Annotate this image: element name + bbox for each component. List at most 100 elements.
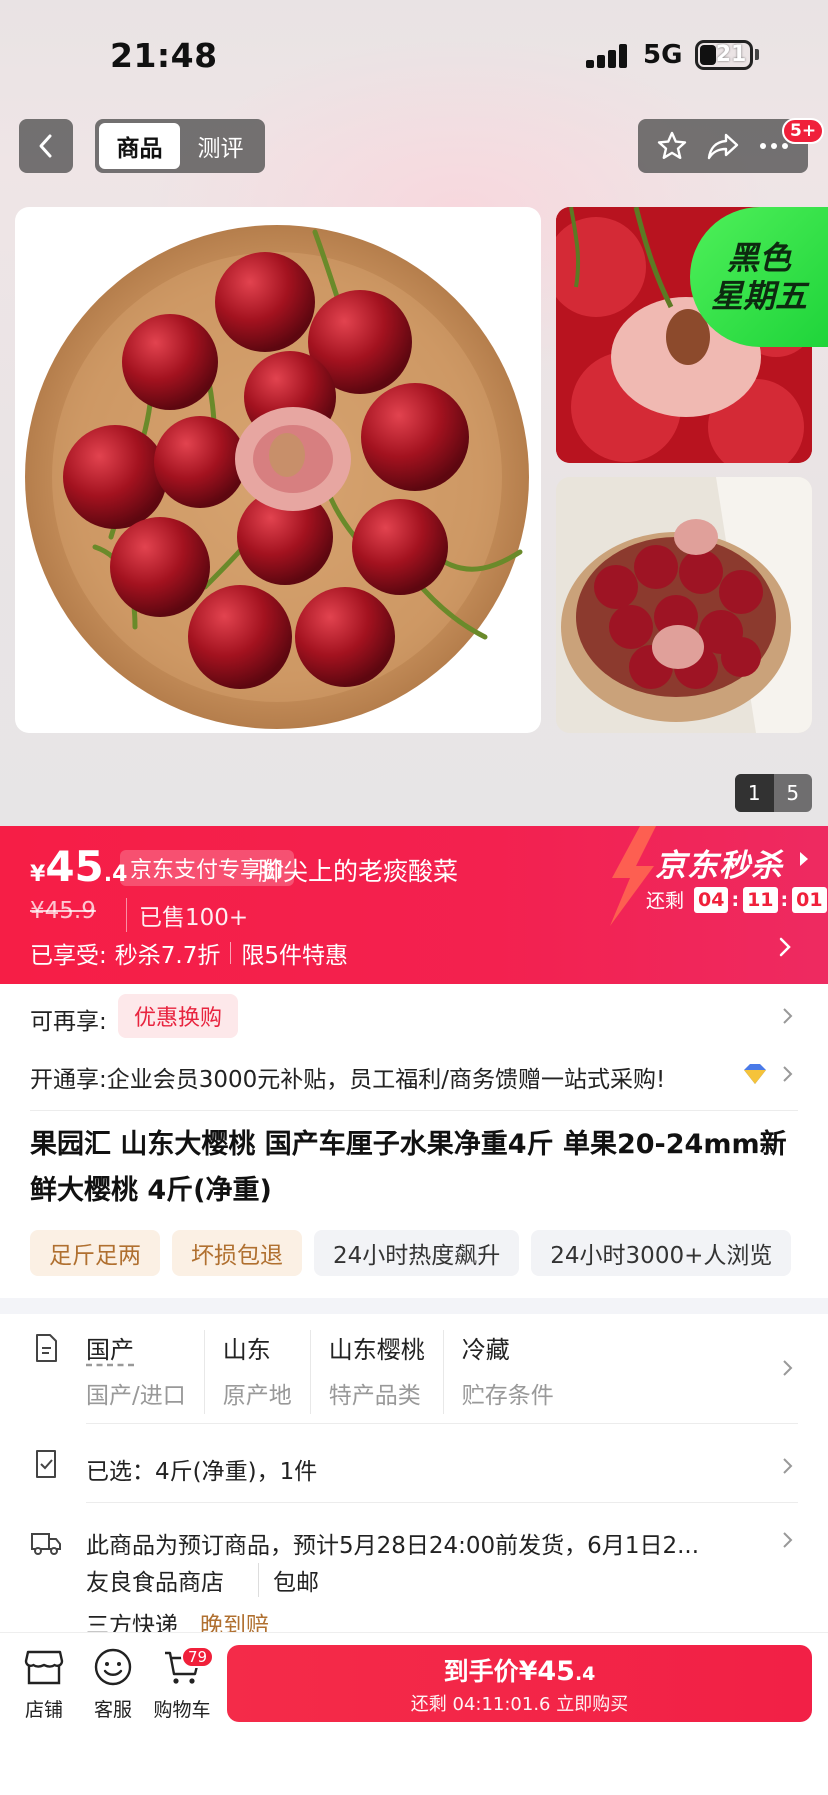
- remain-label: 还剩: [646, 890, 685, 912]
- price: ¥ 45 .4: [30, 842, 127, 891]
- spec-origin: 山东 原产地: [223, 1330, 311, 1414]
- buy-price-line: 到手价 ¥45 .4: [444, 1652, 596, 1688]
- discount-item-1: 秒杀7.7折: [114, 943, 221, 969]
- sold-count: 已售100+: [126, 898, 248, 932]
- chevron-right-icon[interactable]: [778, 1530, 798, 1550]
- cart-count-badge: 79: [181, 1646, 215, 1668]
- pager-current: 1: [735, 774, 774, 812]
- section-separator: [0, 1298, 828, 1314]
- black-friday-badge: 黑色 星期五: [690, 207, 828, 347]
- countdown: 还剩 04: 11: 01: [646, 886, 827, 913]
- product-title: 果园汇 山东大樱桃 国产车厘子水果净重4斤 单果20-24mm新鲜大樱桃 4斤(…: [30, 1129, 787, 1206]
- back-button[interactable]: [19, 119, 73, 173]
- product-specs[interactable]: 国产 国产/进口 山东 原产地 山东樱桃 特产品类 冷藏 贮存条件: [86, 1330, 590, 1414]
- enjoyed-label: 已享受:: [30, 943, 107, 969]
- star-icon: [657, 131, 686, 159]
- spec-value: 山东樱桃: [328, 1336, 425, 1364]
- section-tabs: 商品 测评: [95, 119, 265, 173]
- chevron-right-icon[interactable]: [778, 1358, 798, 1378]
- divider: [86, 1423, 798, 1424]
- shop-name: 友良食品商店: [86, 1570, 224, 1596]
- chevron-right-icon: [779, 937, 791, 957]
- spec-origin-type: 国产 国产/进口: [86, 1330, 205, 1414]
- cart-label: 购物车: [153, 1699, 211, 1721]
- spec-value: 冷藏: [461, 1336, 510, 1364]
- status-bar: 21:48 5G 21: [0, 0, 828, 100]
- share-button[interactable]: [703, 126, 743, 166]
- spec-value: 国产: [86, 1336, 134, 1364]
- selected-variant[interactable]: 已选：4斤(净重)，1件: [86, 1452, 317, 1486]
- product-gallery: 21:48 5G 21 商品 测评 5+ 黑色 星期五 1 5: [0, 0, 828, 826]
- diamond-icon: [744, 1064, 766, 1084]
- spec-value: 山东: [222, 1336, 271, 1364]
- share-icon: [707, 133, 739, 160]
- tag-full-weight: 足斤足两: [30, 1230, 160, 1276]
- discount-item-2: 限5件特惠: [241, 943, 348, 969]
- spec-category: 山东樱桃 特产品类: [329, 1330, 444, 1414]
- countdown-minutes: 11: [743, 886, 778, 913]
- enjoyed-discounts: 已享受: 秒杀7.7折 限5件特惠: [30, 936, 348, 970]
- spec-key: 贮存条件: [461, 1383, 554, 1409]
- buy-prefix: 到手价: [443, 1656, 519, 1686]
- service-label: 客服: [93, 1699, 132, 1721]
- tag-damage-refund: 坏损包退: [172, 1230, 302, 1276]
- membership-offer[interactable]: 开通享:企业会员3000元补贴，员工福利/商务馈赠一站式采购!: [30, 1060, 730, 1094]
- divider: [86, 1502, 798, 1503]
- chevron-right-icon[interactable]: [778, 1456, 798, 1476]
- promo-exchange-tag[interactable]: 优惠换购: [118, 994, 239, 1038]
- cherry-plate-image: [25, 225, 529, 729]
- shop-name-overlay: 脚尖上的老痰酸菜: [258, 857, 459, 886]
- chevron-right-icon[interactable]: [778, 1006, 798, 1026]
- battery-level: 21: [715, 42, 747, 67]
- badge-line1: 黑色: [726, 239, 791, 277]
- pager-total: 5: [786, 781, 800, 805]
- battery-icon: 21: [695, 40, 753, 70]
- badge-line2: 星期五: [710, 277, 807, 315]
- product-detail-page: { "status_bar": { "time": "21:48", "netw…: [0, 0, 828, 1795]
- signal-icon: [586, 42, 630, 68]
- chevron-right-icon[interactable]: [778, 1064, 798, 1084]
- favorite-button[interactable]: [652, 126, 692, 166]
- flash-sale-title: 京东秒杀: [655, 848, 783, 884]
- original-price: ¥45.9: [30, 898, 96, 924]
- checklist-icon: [36, 1450, 56, 1478]
- buy-price-integer: ¥45: [518, 1655, 575, 1687]
- spec-key: 国产/进口: [86, 1383, 186, 1409]
- buy-now-button[interactable]: 到手价 ¥45 .4 还剩 04:11:01.6 立即购买: [227, 1645, 812, 1722]
- store-icon: [24, 1650, 64, 1685]
- smiley-chat-icon: [94, 1648, 132, 1686]
- customer-service-button[interactable]: 客服: [73, 1647, 153, 1722]
- tag-trending: 24小时热度飙升: [314, 1230, 520, 1276]
- cherry-basket-image: [556, 477, 812, 733]
- free-shipping: 包邮: [258, 1563, 319, 1597]
- store-label: 店铺: [24, 1699, 63, 1721]
- tag-views: 24小时3000+人浏览: [531, 1230, 792, 1276]
- tab-review[interactable]: 测评: [180, 123, 261, 169]
- network-type: 5G: [643, 40, 683, 70]
- tab-product[interactable]: 商品: [99, 123, 180, 169]
- more-offers-label: 可再享:: [30, 1009, 107, 1035]
- flash-sale-banner[interactable]: ¥ 45 .4 京东支付专享价 脚尖上的老痰酸菜 ¥45.9 已售100+ 已享…: [0, 826, 828, 984]
- store-button[interactable]: 店铺: [4, 1647, 84, 1722]
- currency-symbol: ¥: [30, 862, 46, 887]
- image-pager: 1 5: [735, 774, 812, 812]
- more-dots-icon: [760, 143, 789, 149]
- price-integer: 45: [45, 842, 104, 891]
- status-time: 21:48: [110, 36, 218, 75]
- product-tags: 足斤足两 坏损包退 24小时热度飙升 24小时3000+人浏览: [30, 1230, 792, 1276]
- delivery-truck-icon: [31, 1533, 61, 1555]
- buy-countdown: 还剩 04:11:01.6 立即购买: [410, 1693, 629, 1715]
- message-badge: 5+: [782, 118, 825, 144]
- main-product-image[interactable]: [15, 207, 541, 733]
- buy-price-decimal: .4: [574, 1662, 596, 1685]
- countdown-hours: 04: [694, 886, 729, 913]
- divider: [30, 1110, 798, 1111]
- document-icon: [36, 1334, 57, 1362]
- countdown-seconds: 01: [792, 886, 827, 913]
- chevron-left-icon: [39, 134, 52, 158]
- preorder-notice[interactable]: 此商品为预订商品，预计5月28日24:00前发货，6月1日2...: [86, 1526, 766, 1560]
- spec-key: 特产品类: [328, 1383, 421, 1409]
- thumbnail-image-2[interactable]: [556, 477, 812, 733]
- spec-storage: 冷藏 贮存条件: [462, 1330, 572, 1414]
- battery-cap: [755, 49, 759, 60]
